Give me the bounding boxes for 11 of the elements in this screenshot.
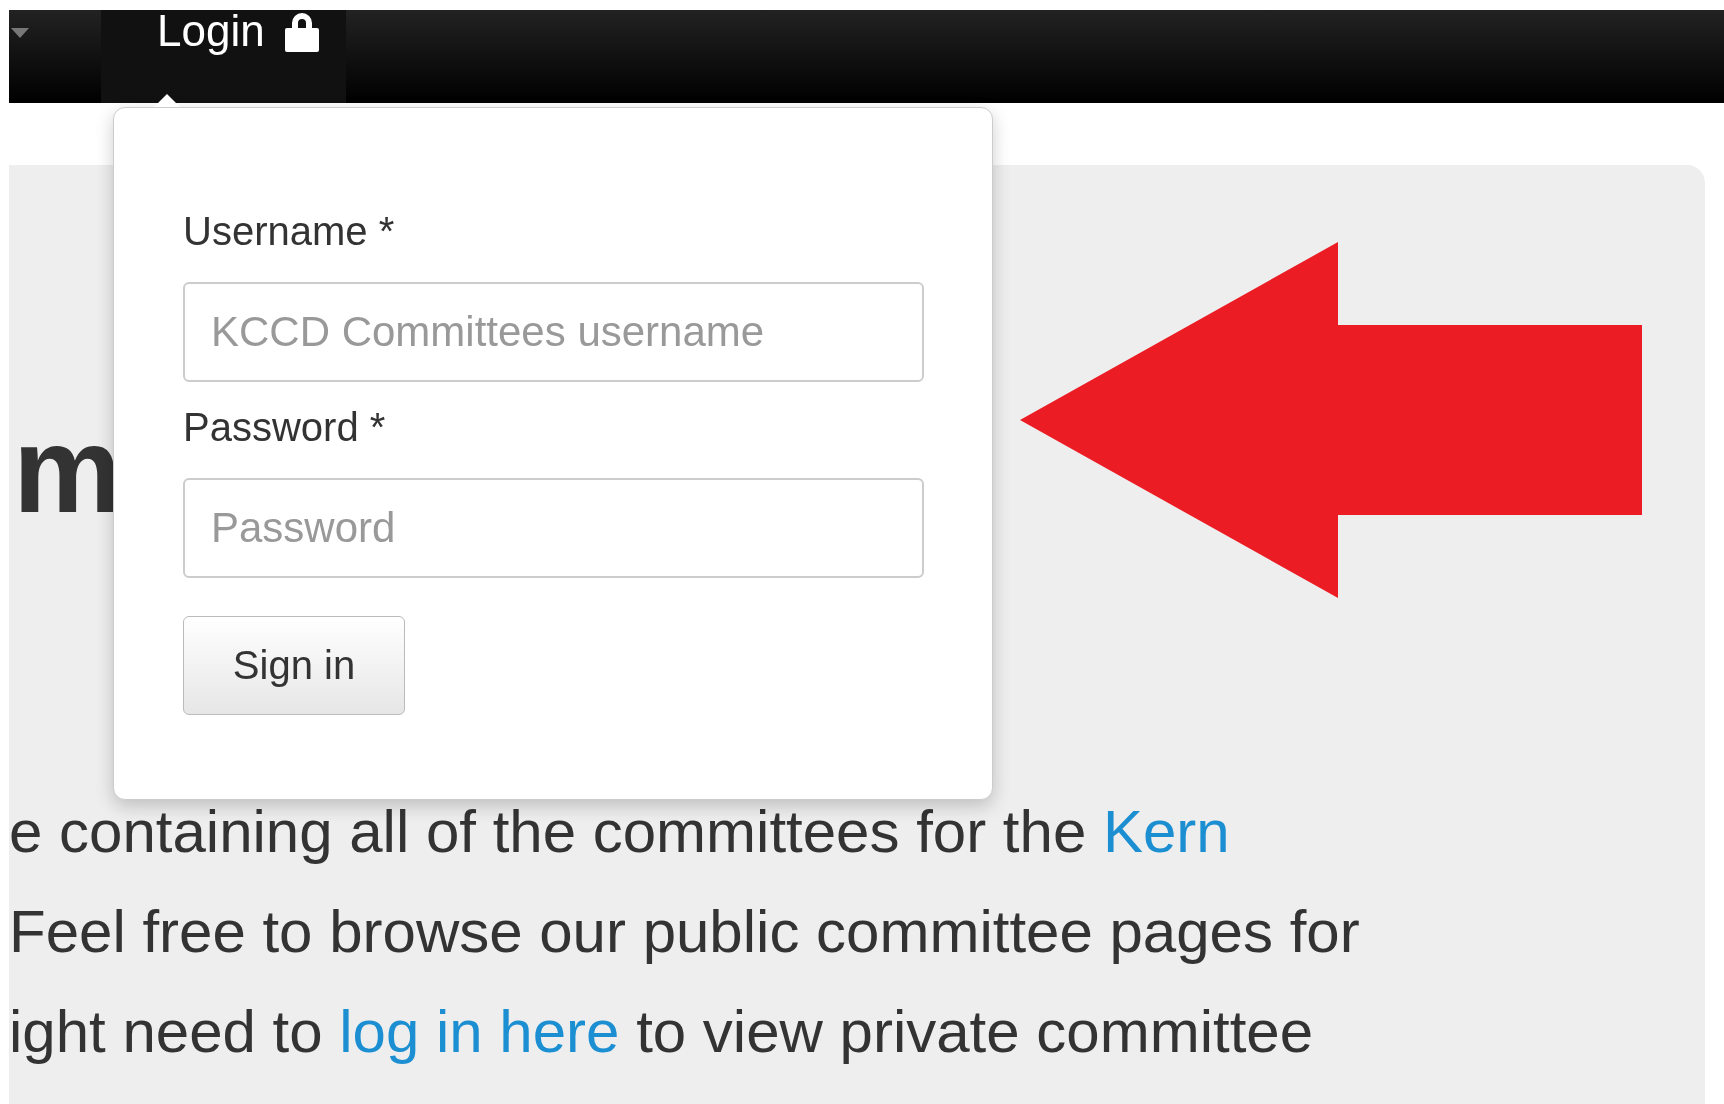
intro-text: ight need to log in here to view private committee (9, 997, 1314, 1067)
login-menu[interactable]: Login (101, 10, 346, 103)
sign-in-button[interactable]: Sign in (183, 616, 405, 715)
field-label: Username * (183, 208, 395, 254)
page-heading: m (12, 420, 122, 520)
input-field[interactable]: Password (183, 478, 924, 578)
intro-text: Feel free to browse our public committee pages for (9, 897, 1360, 967)
input-field[interactable]: KCCD Committees username (183, 282, 924, 382)
lock-icon (282, 12, 321, 52)
caret-icon (11, 28, 29, 38)
field-label: Password * (183, 404, 386, 450)
